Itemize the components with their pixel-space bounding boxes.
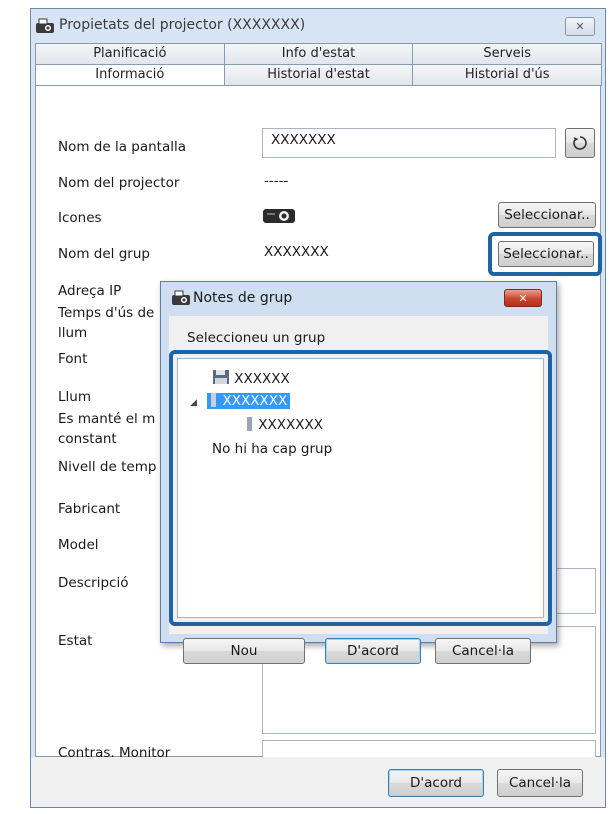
label-constant-1: Es manté el m [58,411,156,427]
label-lamp-time-1: Temps d'ús de [58,305,155,321]
floppy-icon [213,370,229,384]
group-bar-icon [247,417,252,431]
label-group-name: Nom del grup [58,246,150,262]
cancel-button[interactable]: Cancel·la [497,769,583,797]
projector-app-icon [172,290,190,305]
tab-planificacio[interactable]: Planificació [35,43,225,65]
display-name-input[interactable]: XXXXXXX [262,128,556,158]
tree-root-label: XXXXXX [234,371,290,387]
dialog-body: Seleccioneu un grup XXXXXX ◢ XXXXXXX XXX… [169,316,552,664]
new-group-button[interactable]: Nou [183,638,305,664]
dialog-cancel-button[interactable]: Cancel·la [435,638,531,664]
tab-informacio[interactable]: Informació [35,64,225,86]
label-icons: Icones [58,210,102,226]
dialog-ok-button[interactable]: D'acord [325,638,421,664]
tab-serveis[interactable]: Serveis [412,43,603,65]
tree-child-item[interactable]: XXXXXXX [246,417,323,433]
label-description: Descripció [58,575,129,591]
label-constant-2: constant [58,431,117,447]
close-icon: ✕ [575,20,585,33]
label-source: Font [58,351,88,367]
tab-historial-us[interactable]: Historial d'ús [412,64,603,86]
tree-child-label: XXXXXXX [258,417,324,433]
label-ip: Adreça IP [58,283,122,299]
label-manufacturer: Fabricant [58,501,121,517]
dialog-prompt: Seleccioneu un grup [187,330,326,346]
window-close-button[interactable]: ✕ [565,17,595,36]
tab-historial-estat[interactable]: Historial d'estat [223,64,414,86]
label-status: Estat [58,633,93,649]
tree-root-item[interactable]: XXXXXX [212,369,290,387]
tab-info-estat[interactable]: Info d'estat [223,43,414,65]
label-projector-name: Nom del projector [58,175,180,191]
group-name-value: XXXXXXX [264,244,329,260]
label-model: Model [58,537,99,553]
label-lamp-time-2: llum [58,325,88,341]
tree-no-group-item[interactable]: No hi ha cap grup [212,441,332,457]
tree-group-selected: XXXXXXX [207,393,291,409]
display-name-value: XXXXXXX [271,132,336,148]
label-temp: Nivell de temp [58,459,157,475]
projector-icon [263,209,295,223]
tree-expand-icon: ◢ [190,398,197,408]
group-bar-icon [211,393,217,407]
label-lamp: Llum [58,389,91,405]
select-icon-button[interactable]: Seleccionar.. [498,202,596,228]
dialog-title: Notes de grup [193,290,293,306]
tree-no-group-label: No hi ha cap grup [212,441,333,457]
window-title: Propietats del projector (XXXXXXX) [59,17,306,33]
refresh-button[interactable] [565,128,595,158]
label-display-name: Nom de la pantalla [58,139,187,155]
refresh-icon [573,136,587,150]
tree-group-label: XXXXXXX [222,393,288,409]
title-bar: Propietats del projector (XXXXXXX) ✕ [31,9,605,43]
projector-name-value: ----- [264,173,289,189]
tree-group-item[interactable]: ◢ XXXXXXX [190,393,291,409]
group-tree[interactable]: XXXXXX ◢ XXXXXXX XXXXXXX No hi ha cap gr… [177,358,544,618]
group-notes-dialog: Notes de grup ✕ Seleccioneu un grup XXXX… [160,281,557,664]
select-group-button[interactable]: Seleccionar.. [498,241,594,267]
projector-app-icon [36,18,54,33]
dialog-close-button[interactable]: ✕ [504,289,542,307]
ok-button[interactable]: D'acord [388,769,484,797]
close-icon: ✕ [518,291,528,305]
window-footer: D'acord Cancel·la [31,757,605,807]
